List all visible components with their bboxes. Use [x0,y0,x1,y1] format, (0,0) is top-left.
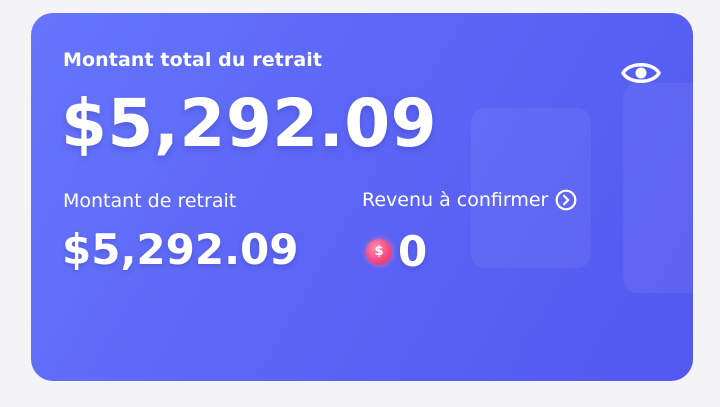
total-withdrawal-title: Montant total du retrait [63,49,323,71]
withdrawal-amount-label: Montant de retrait [63,190,237,212]
chevron-right-circle-icon [555,189,577,211]
pending-income-link[interactable]: Revenu à confirmer [362,189,577,211]
withdrawal-summary-card: Montant total du retrait $5,292.09 Monta… [31,13,693,381]
withdrawal-amount-value: $5,292.09 [62,225,299,274]
pending-income-value: 0 [398,227,428,276]
eye-icon[interactable] [621,58,661,88]
total-withdrawal-amount: $5,292.09 [61,85,438,162]
pending-income-row: $ 0 [366,227,427,276]
coin-dollar-icon: $ [366,238,392,265]
background-decoration [623,83,693,293]
background-decoration [471,108,591,268]
pending-income-label: Revenu à confirmer [362,189,549,211]
